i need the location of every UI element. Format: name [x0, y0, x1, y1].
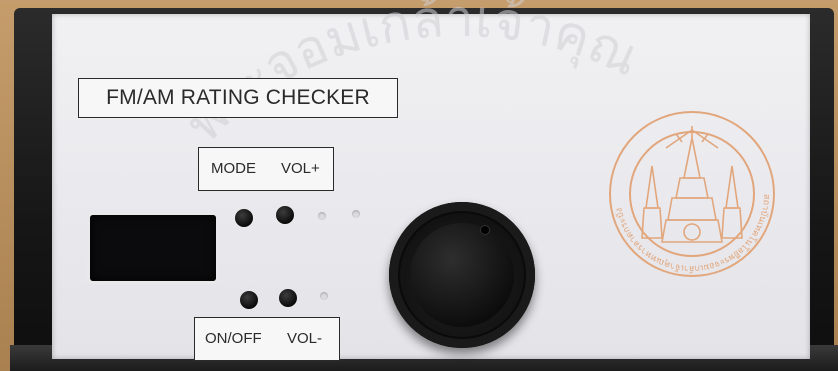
knob-indicator-dot: [481, 226, 489, 234]
unused-hole: [318, 212, 326, 220]
bottom-button-label-box: ON/OFF VOL-: [194, 317, 340, 361]
on-off-label: ON/OFF: [205, 330, 262, 347]
vol-up-label: VOL+: [281, 160, 320, 177]
lcd-display: [90, 215, 216, 281]
unused-hole: [320, 292, 328, 300]
power-button[interactable]: [240, 291, 258, 309]
top-button-label-box: MODE VOL+: [198, 147, 334, 191]
vol-down-label: VOL-: [287, 330, 323, 347]
mode-button[interactable]: [235, 209, 253, 227]
tuning-knob[interactable]: [389, 202, 535, 348]
unused-hole: [352, 210, 360, 218]
vol-down-button[interactable]: [279, 289, 297, 307]
device-title: FM/AM RATING CHECKER: [78, 78, 398, 118]
knob-cap: [410, 223, 514, 327]
svg-text:สถาบันเทคโนโลยีพระจอมเกล้าเจ้า: สถาบันเทคโนโลยีพระจอมเกล้าเจ้าคุณทหารลาด…: [614, 194, 771, 274]
mode-label: MODE: [211, 160, 256, 177]
vol-up-button[interactable]: [276, 206, 294, 224]
university-seal: สถาบันเทคโนโลยีพระจอมเกล้าเจ้าคุณทหารลาด…: [609, 111, 775, 277]
seal-text: สถาบันเทคโนโลยีพระจอมเกล้าเจ้าคุณทหารลาด…: [614, 194, 771, 274]
